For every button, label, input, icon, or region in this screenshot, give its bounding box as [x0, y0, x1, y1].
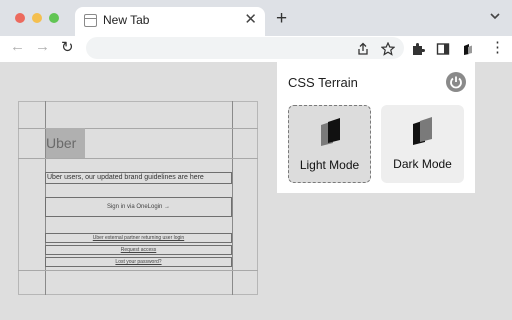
- banner-text: Uber users, our updated brand guidelines…: [47, 174, 204, 181]
- outline-guide-right: [232, 101, 233, 295]
- onelogin-sign-in-button[interactable]: Sign in via OneLogin →: [45, 197, 232, 217]
- tab-new-tab[interactable]: New Tab ✕: [75, 7, 265, 36]
- reload-button[interactable]: ↻: [61, 38, 74, 56]
- request-access-label: Request access: [120, 247, 157, 253]
- chrome-menu-button[interactable]: ⋮: [490, 38, 505, 56]
- side-panel-icon[interactable]: [436, 42, 450, 56]
- uber-logo: Uber: [46, 135, 77, 151]
- tab-title: New Tab: [103, 13, 150, 27]
- dark-mode-icon: [413, 117, 432, 145]
- css-terrain-extension-icon[interactable]: [461, 42, 475, 56]
- request-access-link[interactable]: Request access: [45, 245, 232, 255]
- lost-password-label: Lost your password?: [115, 259, 162, 265]
- power-icon: [450, 76, 462, 89]
- css-terrain-popup: CSS Terrain Light Mode Dark Mode: [277, 62, 475, 193]
- browser-toolbar: ← → ↻ ⋮: [0, 36, 512, 62]
- light-mode-label: Light Mode: [299, 158, 360, 172]
- dark-mode-button[interactable]: Dark Mode: [381, 105, 464, 183]
- power-toggle-button[interactable]: [446, 72, 466, 92]
- window-maximize-button[interactable]: [49, 13, 59, 23]
- partner-login-label: Uber external partner returning user log…: [92, 235, 185, 241]
- share-icon[interactable]: [356, 42, 370, 56]
- lost-password-link[interactable]: Lost your password?: [45, 257, 232, 267]
- outline-guide-header: [18, 158, 258, 159]
- partner-login-link[interactable]: Uber external partner returning user log…: [45, 233, 232, 243]
- window-close-button[interactable]: [15, 13, 25, 23]
- extensions-puzzle-icon[interactable]: [411, 42, 425, 56]
- forward-button[interactable]: →: [35, 38, 50, 55]
- light-mode-icon: [321, 118, 340, 146]
- dark-mode-label: Dark Mode: [393, 157, 452, 171]
- light-mode-button[interactable]: Light Mode: [288, 105, 371, 183]
- outline-guide-bottom: [18, 270, 258, 271]
- popup-title: CSS Terrain: [288, 75, 358, 90]
- bookmark-star-icon[interactable]: [381, 42, 395, 56]
- new-tab-page-icon: [84, 14, 97, 27]
- tab-close-icon[interactable]: ✕: [244, 10, 257, 28]
- window-minimize-button[interactable]: [32, 13, 42, 23]
- tab-strip: New Tab ✕ +: [0, 0, 512, 36]
- chevron-down-icon[interactable]: [489, 10, 501, 22]
- new-tab-button[interactable]: +: [276, 8, 287, 30]
- brand-guidelines-banner[interactable]: Uber users, our updated brand guidelines…: [45, 172, 232, 184]
- back-button[interactable]: ←: [10, 38, 25, 55]
- sign-in-label: Sign in via OneLogin →: [106, 204, 171, 210]
